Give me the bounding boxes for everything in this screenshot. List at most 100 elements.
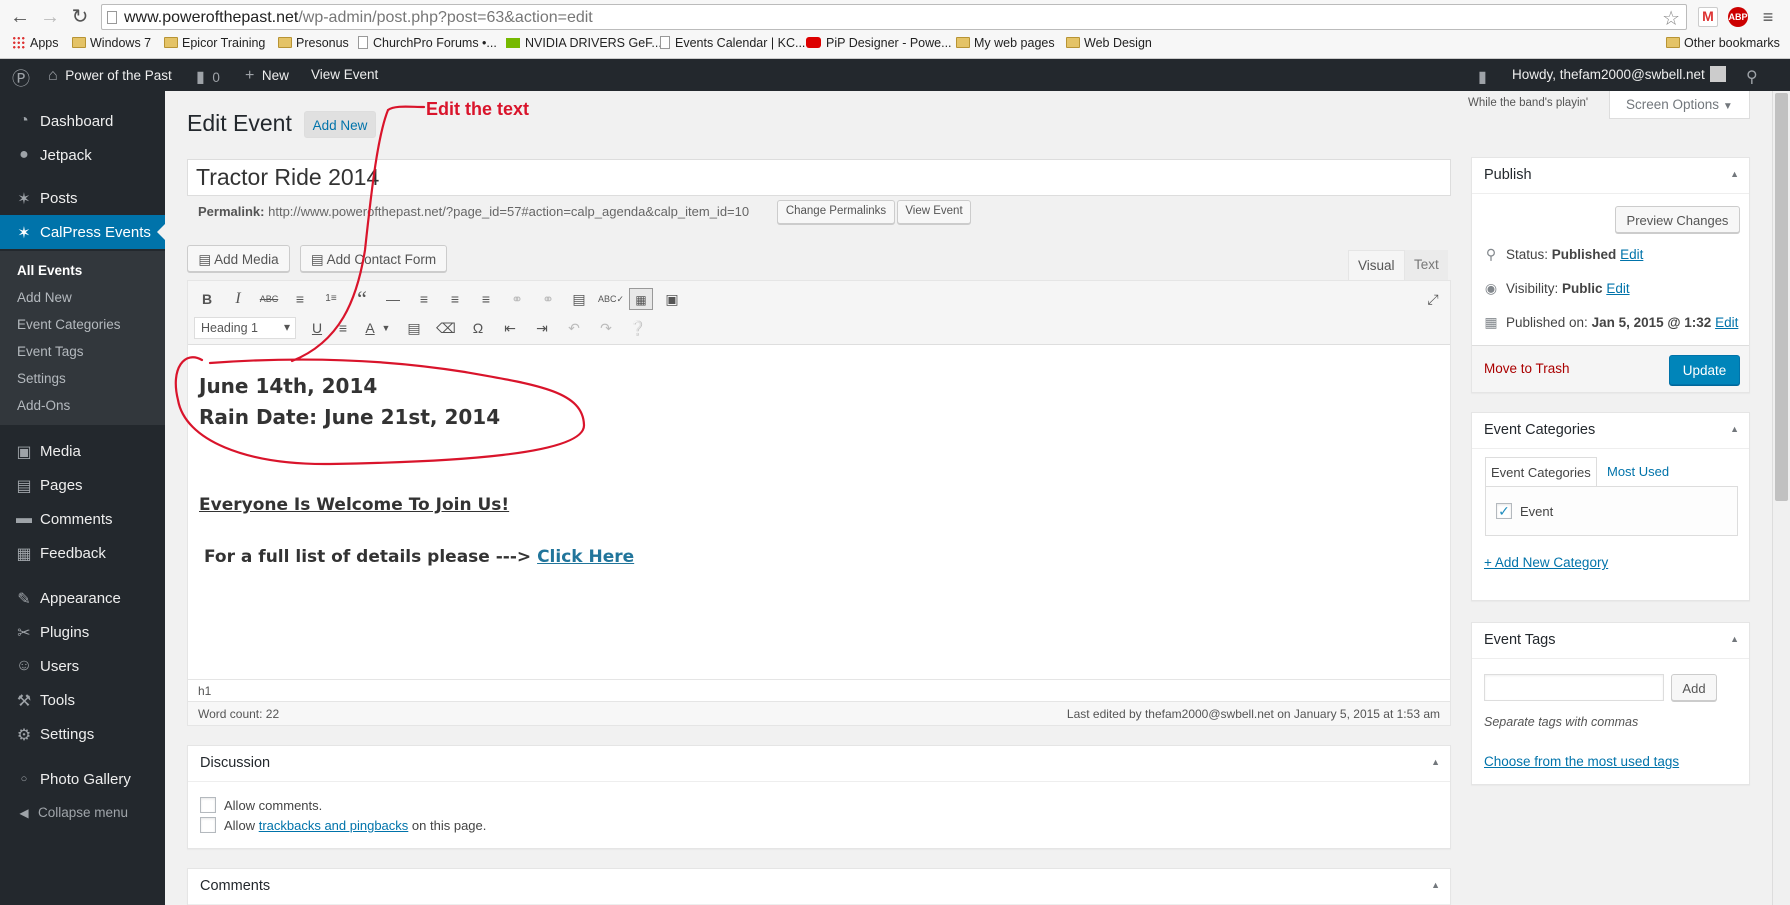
strikethrough-icon[interactable]: ABC <box>257 288 281 310</box>
undo-icon[interactable]: ↶ <box>562 317 586 339</box>
sidebar-item-media[interactable]: ▣ Media <box>0 434 165 468</box>
bookmark-other[interactable]: Other bookmarks <box>1666 36 1780 50</box>
gmail-icon[interactable]: M <box>1698 7 1718 27</box>
sidebar-item-jetpack[interactable]: ● Jetpack <box>0 138 165 172</box>
eraser-icon[interactable]: ⌫ <box>434 317 458 339</box>
update-button[interactable]: Update <box>1669 355 1740 385</box>
special-character-icon[interactable]: Ω <box>466 317 490 339</box>
submenu-all-events[interactable]: All Events <box>17 263 82 278</box>
back-icon[interactable]: ← <box>8 5 32 29</box>
indent-icon[interactable]: ⇥ <box>530 317 554 339</box>
menu-icon[interactable]: ≡ <box>1756 5 1780 29</box>
comments-header[interactable]: Comments ▲ <box>188 869 1450 905</box>
sidebar-item-plugins[interactable]: ✂ Plugins <box>0 615 165 649</box>
bookmark-my-web-pages[interactable]: My web pages <box>956 36 1055 50</box>
trackbacks-link[interactable]: trackbacks and pingbacks <box>259 818 409 833</box>
sidebar-item-appearance[interactable]: ✎ Appearance <box>0 581 165 615</box>
publish-header[interactable]: Publish ▲ <box>1472 158 1749 194</box>
post-title-input[interactable]: Tractor Ride 2014 <box>187 159 1451 196</box>
submenu-event-tags[interactable]: Event Tags <box>17 344 84 359</box>
choose-most-used-tags-link[interactable]: Choose from the most used tags <box>1484 754 1679 769</box>
bookmark-web-design[interactable]: Web Design <box>1066 36 1152 50</box>
underline-icon[interactable]: U <box>305 317 329 339</box>
format-select[interactable]: Heading 1 <box>194 317 296 339</box>
bookmark-pip-designer[interactable]: PiP Designer - Powe... <box>806 36 952 50</box>
admin-bar-comments[interactable]: ▮ 0 <box>196 67 220 87</box>
event-tags-header[interactable]: Event Tags ▲ <box>1472 623 1749 659</box>
unlink-icon[interactable]: ⚭ <box>536 288 560 310</box>
bookmark-epicor[interactable]: Epicor Training <box>164 36 265 50</box>
sidebar-item-posts[interactable]: ✶ Posts <box>0 181 165 215</box>
new-tag-input[interactable] <box>1484 674 1664 701</box>
bookmark-events-calendar[interactable]: Events Calendar | KC... <box>660 36 805 50</box>
allow-trackbacks-checkbox[interactable] <box>200 817 216 833</box>
sidebar-item-settings[interactable]: ⚙ Settings <box>0 717 165 751</box>
visibility-edit-link[interactable]: Edit <box>1606 281 1629 296</box>
justify-icon[interactable]: ≡ <box>331 317 355 339</box>
redo-icon[interactable]: ↷ <box>594 317 618 339</box>
bookmark-windows7[interactable]: Windows 7 <box>72 36 151 50</box>
toggle-arrow-icon[interactable]: ▲ <box>1431 757 1440 767</box>
bookmark-churchpro[interactable]: ChurchPro Forums •... <box>358 36 497 50</box>
reload-icon[interactable]: ↻ <box>68 5 92 29</box>
bold-icon[interactable]: B <box>195 288 219 310</box>
align-right-icon[interactable]: ≡ <box>474 288 498 310</box>
submenu-add-ons[interactable]: Add-Ons <box>17 398 70 413</box>
status-edit-link[interactable]: Edit <box>1620 247 1643 262</box>
sidebar-item-feedback[interactable]: ▦ Feedback <box>0 536 165 570</box>
sidebar-item-users[interactable]: ☺ Users <box>0 649 165 683</box>
submenu-event-categories[interactable]: Event Categories <box>17 317 121 332</box>
bookmark-presonus[interactable]: Presonus <box>278 36 349 50</box>
sidebar-item-calpress-events[interactable]: ✶ CalPress Events <box>0 215 165 249</box>
search-icon[interactable]: ⚲ <box>1746 67 1758 87</box>
paste-text-icon[interactable]: ▤ <box>402 317 426 339</box>
align-center-icon[interactable]: ≡ <box>443 288 467 310</box>
event-category-checkbox[interactable]: ✓ <box>1496 503 1512 519</box>
toggle-arrow-icon[interactable]: ▲ <box>1730 634 1739 644</box>
address-bar[interactable]: www.powerofthepast.net/wp-admin/post.php… <box>101 4 1687 30</box>
sidebar-collapse-menu[interactable]: ◀ Collapse menu <box>0 796 165 830</box>
discussion-header[interactable]: Discussion ▲ <box>188 746 1450 782</box>
page-scrollbar[interactable] <box>1772 91 1790 905</box>
toggle-arrow-icon[interactable]: ▲ <box>1730 169 1739 179</box>
forward-icon[interactable]: → <box>38 5 62 29</box>
align-left-icon[interactable]: ≡ <box>412 288 436 310</box>
sidebar-item-photo-gallery[interactable]: ○ Photo Gallery <box>0 762 165 796</box>
avatar[interactable] <box>1710 66 1726 82</box>
help-icon[interactable]: ❔ <box>626 317 650 339</box>
bookmark-apps[interactable]: Apps <box>12 36 59 50</box>
add-new-button[interactable]: Add New <box>304 111 376 138</box>
bookmark-star-icon[interactable]: ☆ <box>1662 6 1680 31</box>
scrollbar-thumb[interactable] <box>1775 93 1788 501</box>
permalink-url[interactable]: http://www.powerofthepast.net/?page_id=5… <box>268 204 749 219</box>
change-permalinks-button[interactable]: Change Permalinks <box>777 200 895 224</box>
submenu-add-new[interactable]: Add New <box>17 290 72 305</box>
tab-visual[interactable]: Visual <box>1348 250 1405 280</box>
add-new-category-link[interactable]: + Add New Category <box>1484 555 1608 570</box>
editor-content[interactable]: June 14th, 2014 Rain Date: June 21st, 20… <box>199 371 634 567</box>
link-icon[interactable]: ⚭ <box>505 288 529 310</box>
sidebar-item-pages[interactable]: ▤ Pages <box>0 468 165 502</box>
preview-changes-button[interactable]: Preview Changes <box>1615 206 1740 233</box>
bookmark-nvidia[interactable]: NVIDIA DRIVERS GeF... <box>506 36 662 50</box>
view-event-button[interactable]: View Event <box>897 200 971 224</box>
add-contact-form-button[interactable]: ▤ Add Contact Form <box>300 245 447 272</box>
toggle-arrow-icon[interactable]: ▲ <box>1431 880 1440 890</box>
toggle-arrow-icon[interactable]: ▲ <box>1730 424 1739 434</box>
allow-comments-checkbox[interactable] <box>200 797 216 813</box>
published-edit-link[interactable]: Edit <box>1715 315 1738 330</box>
click-here-link[interactable]: Click Here <box>537 547 634 567</box>
submenu-settings[interactable]: Settings <box>17 371 66 386</box>
text-color-caret-icon[interactable]: ▼ <box>374 317 398 339</box>
tab-text[interactable]: Text <box>1405 250 1448 280</box>
tab-all-categories[interactable]: Event Categories <box>1485 457 1597 486</box>
add-tag-button[interactable]: Add <box>1671 674 1717 701</box>
horizontal-line-icon[interactable]: — <box>381 288 405 310</box>
toolbar-toggle-icon[interactable]: ▦ <box>629 288 653 310</box>
admin-bar-view-event[interactable]: View Event <box>311 67 378 82</box>
camera-icon[interactable]: ▣ <box>660 288 684 310</box>
sidebar-item-tools[interactable]: ⚒ Tools <box>0 683 165 717</box>
admin-bar-howdy[interactable]: Howdy, thefam2000@swbell.net <box>1512 67 1705 82</box>
event-categories-header[interactable]: Event Categories ▲ <box>1472 413 1749 449</box>
sidebar-item-dashboard[interactable]: ◔ Dashboard <box>0 104 165 138</box>
